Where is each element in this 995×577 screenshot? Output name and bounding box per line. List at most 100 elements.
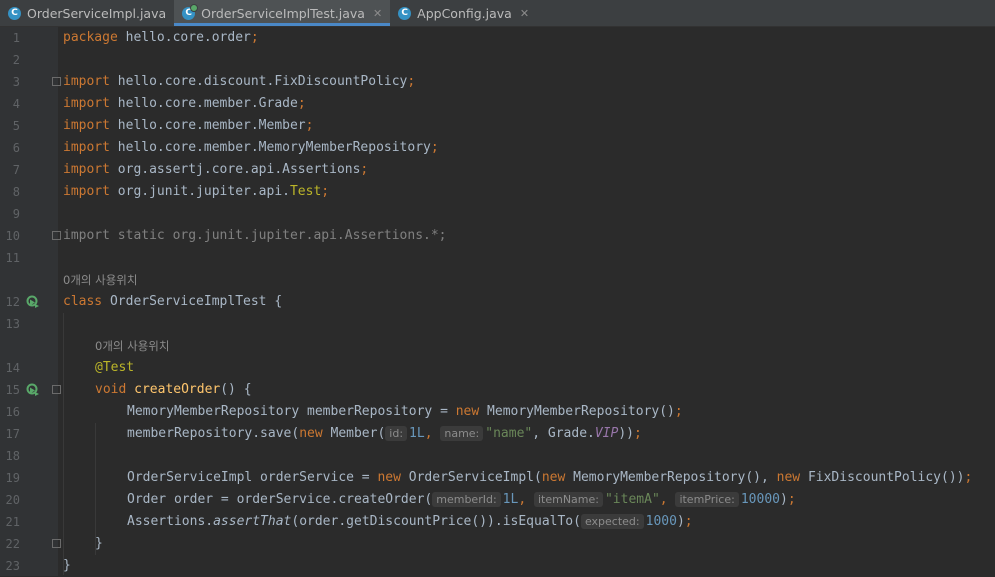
line-number: 17 (5, 427, 20, 441)
code-text: FixDiscountPolicy()) (800, 470, 965, 485)
line-number: 10 (5, 229, 20, 243)
code-line[interactable]: 7 import org.assertj.core.api.Assertions… (0, 159, 995, 181)
number-literal: 10000 (740, 492, 780, 507)
parameter-hint: id: (385, 426, 408, 441)
line-number: 6 (12, 141, 20, 155)
code-text: () { (220, 382, 252, 397)
code-text: OrderServiceImpl orderService = (127, 470, 378, 485)
close-icon[interactable]: ✕ (373, 7, 382, 20)
usage-hint[interactable]: 0개의 사용위치 (0, 335, 995, 357)
code-line[interactable]: 18 (0, 445, 995, 467)
code-text: org.assertj.core.api.Assertions (109, 162, 361, 177)
code-line[interactable]: 13 (0, 313, 995, 335)
keyword: import (63, 184, 110, 199)
code-text: Order order = orderService.createOrder( (127, 492, 433, 507)
code-text: , Grade. (532, 426, 595, 441)
keyword: new (455, 404, 480, 419)
code-line[interactable]: 11 (0, 247, 995, 269)
code-editor[interactable]: 1 package hello.core.order; 2 3 import h… (0, 27, 995, 576)
code-text: org.junit.jupiter.api. (109, 184, 290, 199)
keyword: class (63, 294, 103, 309)
parameter-hint: name: (440, 426, 484, 441)
code-line[interactable]: 17 memberRepository.save(new Member(id: 1… (0, 423, 995, 445)
run-test-icon[interactable] (26, 383, 40, 397)
semicolon: ; (305, 118, 314, 133)
code-line[interactable]: 2 (0, 49, 995, 71)
line-number: 1 (12, 31, 20, 45)
line-number: 12 (5, 295, 20, 309)
tab-order-service-impl-test[interactable]: C OrderServiceImplTest.java ✕ (174, 0, 391, 26)
code-text: MemoryMemberRepository() (479, 404, 675, 419)
code-line[interactable]: 1 package hello.core.order; (0, 27, 995, 49)
code-line[interactable]: 21 Assertions.assertThat(order.getDiscou… (0, 511, 995, 533)
keyword: new (299, 426, 323, 441)
usage-hint[interactable]: 0개의 사용위치 (0, 269, 995, 291)
line-number: 9 (12, 207, 20, 221)
code-line[interactable]: 22 } (0, 533, 995, 555)
keyword: import (63, 118, 110, 133)
code-line[interactable]: 5 import hello.core.member.Member; (0, 115, 995, 137)
code-text: hello.core.member.MemoryMemberRepository (109, 140, 431, 155)
semicolon: ; (964, 470, 973, 485)
code-text: hello.core.order (117, 30, 251, 45)
tab-order-service-impl[interactable]: C OrderServiceImpl.java (0, 0, 174, 26)
code-text: hello.core.member.Member (109, 118, 306, 133)
run-test-icon[interactable] (26, 295, 40, 309)
code-line[interactable]: 19 OrderServiceImpl orderService = new O… (0, 467, 995, 489)
parameter-hint: memberId: (432, 492, 501, 507)
semicolon: ; (250, 30, 259, 45)
usage-hint-text: 0개의 사용위치 (63, 273, 138, 287)
code-line[interactable]: 6 import hello.core.member.MemoryMemberR… (0, 137, 995, 159)
code-line[interactable]: 12 class OrderServiceImplTest { (0, 291, 995, 313)
closing-brace: } (95, 536, 103, 551)
close-icon[interactable]: ✕ (520, 7, 529, 20)
closing-brace: } (63, 558, 71, 573)
semicolon: ; (684, 514, 693, 529)
code-text: (order.getDiscountPrice()).isEqualTo( (291, 514, 581, 529)
annotation-name: Test (289, 184, 322, 199)
code-text: ) (676, 514, 685, 529)
line-number: 20 (5, 493, 20, 507)
code-line[interactable]: 8 import org.junit.jupiter.api.Test; (0, 181, 995, 203)
number-literal: 1L (502, 492, 519, 507)
string-literal: "name" (485, 426, 533, 441)
parameter-hint: itemPrice: (675, 492, 739, 507)
number-literal: 1L (409, 426, 425, 441)
line-number: 4 (12, 97, 20, 111)
code-text: )) (618, 426, 634, 441)
fold-icon[interactable] (52, 77, 61, 86)
semicolon: ; (430, 140, 439, 155)
fold-icon[interactable] (52, 385, 61, 394)
code-line[interactable]: 10 import static org.junit.jupiter.api.A… (0, 225, 995, 247)
code-text: MemoryMemberRepository memberRepository … (127, 404, 456, 419)
code-line[interactable]: 16 MemoryMemberRepository memberReposito… (0, 401, 995, 423)
fold-icon[interactable] (52, 231, 61, 240)
line-number: 19 (5, 471, 20, 485)
parameter-hint: expected: (580, 514, 644, 529)
code-line[interactable]: 9 (0, 203, 995, 225)
fold-icon[interactable] (52, 539, 61, 548)
static-method-call: assertThat (213, 514, 292, 529)
enum-constant: VIP (594, 426, 619, 441)
usage-hint-text: 0개의 사용위치 (95, 339, 170, 353)
keyword: import (63, 140, 110, 155)
line-number: 15 (5, 383, 20, 397)
test-class-icon: C (182, 3, 199, 20)
code-line[interactable]: 3 import hello.core.discount.FixDiscount… (0, 71, 995, 93)
parameter-hint: itemName: (533, 492, 603, 507)
code-line[interactable]: 20 Order order = orderService.createOrde… (0, 489, 995, 511)
tab-label: OrderServiceImplTest.java (201, 5, 365, 21)
unused-import: import static org.junit.jupiter.api.Asse… (63, 228, 447, 243)
code-text: memberRepository.save( (127, 426, 300, 441)
line-number: 5 (12, 119, 20, 133)
code-line[interactable]: 15 void createOrder() { (0, 379, 995, 401)
code-line[interactable]: 4 import hello.core.member.Grade; (0, 93, 995, 115)
line-number: 13 (5, 317, 20, 331)
annotation: @Test (95, 360, 135, 375)
code-line[interactable]: 23 } (0, 555, 995, 577)
semicolon: ; (407, 74, 416, 89)
comma: , (424, 426, 441, 441)
code-line[interactable]: 14 @Test (0, 357, 995, 379)
tab-label: OrderServiceImpl.java (27, 5, 167, 21)
tab-app-config[interactable]: C AppConfig.java ✕ (390, 0, 537, 26)
